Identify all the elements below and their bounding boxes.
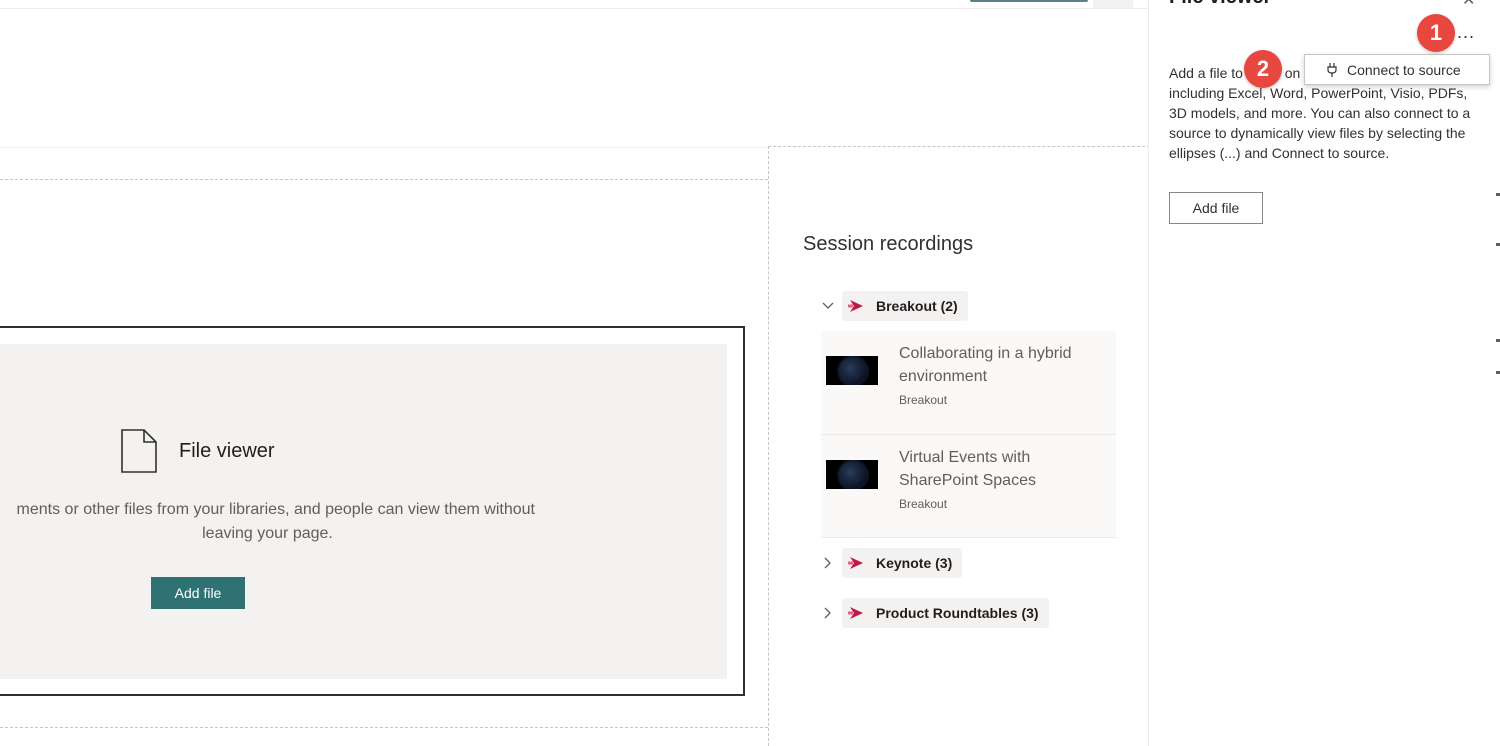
chevron-right-icon[interactable]: [818, 603, 838, 623]
step-marker-2: 2: [1244, 50, 1282, 88]
chevron-down-icon[interactable]: [818, 296, 838, 316]
video-thumbnail[interactable]: [826, 460, 878, 489]
column-outline-top: [0, 179, 768, 180]
connect-to-source-menu-item[interactable]: Connect to source: [1304, 54, 1490, 85]
edge-mark: [1496, 243, 1500, 246]
group-pill[interactable]: Product Roundtables (3): [842, 598, 1049, 628]
column-outline-bottom: [0, 727, 768, 728]
planet-image: [839, 357, 867, 385]
edge-mark: [1496, 193, 1500, 196]
placeholder-title: File viewer: [179, 440, 275, 462]
group-product-roundtables[interactable]: Product Roundtables (3): [818, 598, 1049, 628]
group-pill[interactable]: Keynote (3): [842, 548, 963, 578]
video-thumbnail[interactable]: [826, 356, 878, 385]
connect-to-source-label: Connect to source: [1347, 61, 1461, 78]
placeholder-description: ments or other files from your libraries…: [0, 498, 535, 546]
session-recordings-title: Session recordings: [803, 233, 974, 255]
toolbar-button-edge[interactable]: [970, 0, 1088, 2]
group-label: Breakout (2): [876, 298, 958, 314]
group-label: Product Roundtables (3): [876, 605, 1039, 621]
placeholder-add-file-button[interactable]: Add file: [151, 577, 245, 609]
group-pill[interactable]: Breakout (2): [842, 291, 968, 321]
placeholder-description-line1: ments or other files from your libraries…: [16, 501, 535, 518]
step-marker-1: 1: [1417, 14, 1455, 52]
pane-description-part1: Add a file to: [1169, 65, 1243, 81]
group-breakout[interactable]: Breakout (2): [818, 291, 968, 321]
more-options-button[interactable]: ...: [1457, 22, 1475, 43]
pane-title: File viewer: [1169, 0, 1271, 9]
planet-image: [839, 461, 867, 489]
toolbar-edge: [1093, 0, 1133, 8]
chevron-right-icon[interactable]: [818, 553, 838, 573]
group-keynote[interactable]: Keynote (3): [818, 548, 963, 578]
placeholder-description-line2: leaving your page.: [202, 525, 333, 542]
stream-icon: [848, 555, 866, 571]
list-divider: [821, 537, 1116, 538]
edge-mark: [1496, 371, 1500, 374]
right-edge-marks: [1496, 0, 1500, 746]
section-divider: [0, 147, 768, 148]
recording-category: Breakout: [899, 497, 948, 511]
plug-icon: [1327, 62, 1337, 78]
pane-description-part2: on: [1284, 65, 1301, 81]
stream-icon: [848, 298, 866, 314]
document-icon: [120, 429, 158, 478]
pane-add-file-button[interactable]: Add file: [1169, 192, 1263, 224]
stream-icon: [848, 605, 866, 621]
edge-mark: [1496, 339, 1500, 342]
top-divider: [0, 8, 1148, 9]
close-icon[interactable]: ✕: [1462, 0, 1475, 10]
recording-title[interactable]: Virtual Events with SharePoint Spaces: [899, 446, 1099, 492]
recording-category: Breakout: [899, 393, 948, 407]
recording-title[interactable]: Collaborating in a hybrid environment: [899, 342, 1099, 388]
group-label: Keynote (3): [876, 555, 953, 571]
list-divider: [821, 434, 1116, 435]
